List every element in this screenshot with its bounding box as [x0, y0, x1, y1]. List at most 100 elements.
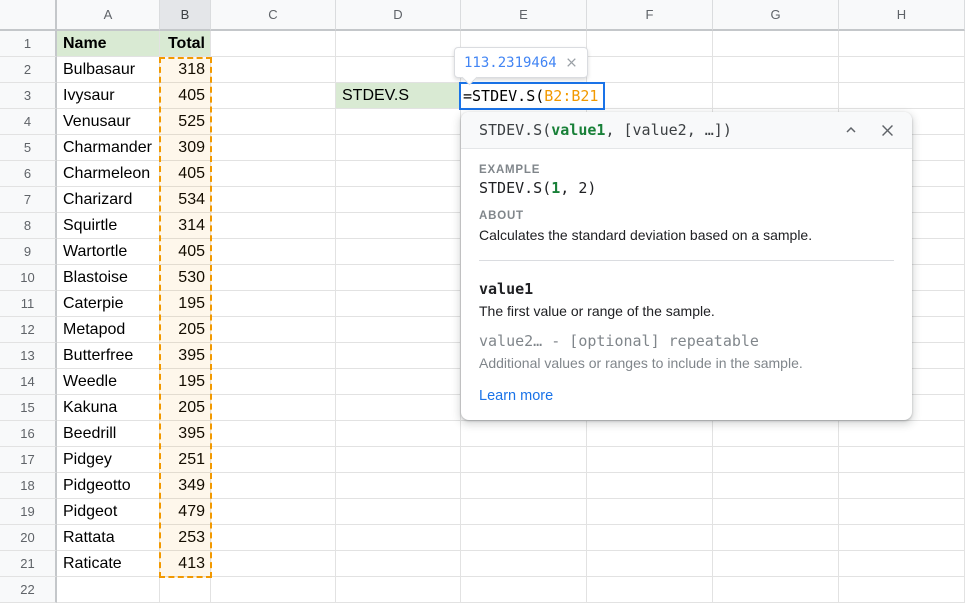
- row-header-15[interactable]: 15: [0, 395, 57, 421]
- cell-f1[interactable]: [587, 31, 713, 57]
- cell-g18[interactable]: [713, 473, 839, 499]
- cell-d12[interactable]: [336, 317, 461, 343]
- cell-d14[interactable]: [336, 369, 461, 395]
- cell-b10[interactable]: 530: [160, 265, 211, 291]
- cell-b2[interactable]: 318: [160, 57, 211, 83]
- cell-b9[interactable]: 405: [160, 239, 211, 265]
- cell-a20[interactable]: Rattata: [57, 525, 160, 551]
- cell-d21[interactable]: [336, 551, 461, 577]
- cell-h21[interactable]: [839, 551, 965, 577]
- cell-d11[interactable]: [336, 291, 461, 317]
- cell-h2[interactable]: [839, 57, 965, 83]
- select-all-corner[interactable]: [0, 0, 57, 31]
- row-header-8[interactable]: 8: [0, 213, 57, 239]
- cell-a14[interactable]: Weedle: [57, 369, 160, 395]
- cell-c5[interactable]: [211, 135, 336, 161]
- cell-d5[interactable]: [336, 135, 461, 161]
- cell-d4[interactable]: [336, 109, 461, 135]
- cell-a9[interactable]: Wartortle: [57, 239, 160, 265]
- cell-c7[interactable]: [211, 187, 336, 213]
- row-header-10[interactable]: 10: [0, 265, 57, 291]
- cell-d9[interactable]: [336, 239, 461, 265]
- cell-b17[interactable]: 251: [160, 447, 211, 473]
- cell-f19[interactable]: [587, 499, 713, 525]
- cell-c12[interactable]: [211, 317, 336, 343]
- cell-a19[interactable]: Pidgeot: [57, 499, 160, 525]
- cell-a10[interactable]: Blastoise: [57, 265, 160, 291]
- cell-c15[interactable]: [211, 395, 336, 421]
- row-header-1[interactable]: 1: [0, 31, 57, 57]
- cell-a4[interactable]: Venusaur: [57, 109, 160, 135]
- row-header-9[interactable]: 9: [0, 239, 57, 265]
- cell-e18[interactable]: [461, 473, 587, 499]
- cell-b19[interactable]: 479: [160, 499, 211, 525]
- close-icon[interactable]: [879, 122, 896, 139]
- cell-a2[interactable]: Bulbasaur: [57, 57, 160, 83]
- column-header-f[interactable]: F: [587, 0, 713, 31]
- cell-h3[interactable]: [839, 83, 965, 109]
- cell-g3[interactable]: [713, 83, 839, 109]
- cell-g19[interactable]: [713, 499, 839, 525]
- row-header-6[interactable]: 6: [0, 161, 57, 187]
- row-header-19[interactable]: 19: [0, 499, 57, 525]
- cell-h20[interactable]: [839, 525, 965, 551]
- cell-g2[interactable]: [713, 57, 839, 83]
- cell-c11[interactable]: [211, 291, 336, 317]
- cell-b6[interactable]: 405: [160, 161, 211, 187]
- preview-close-icon[interactable]: [565, 56, 578, 69]
- column-header-h[interactable]: H: [839, 0, 965, 31]
- row-header-7[interactable]: 7: [0, 187, 57, 213]
- cell-h18[interactable]: [839, 473, 965, 499]
- collapse-icon[interactable]: [843, 122, 859, 138]
- cell-c6[interactable]: [211, 161, 336, 187]
- cell-b21[interactable]: 413: [160, 551, 211, 577]
- row-header-18[interactable]: 18: [0, 473, 57, 499]
- cell-b14[interactable]: 195: [160, 369, 211, 395]
- row-header-13[interactable]: 13: [0, 343, 57, 369]
- cell-f21[interactable]: [587, 551, 713, 577]
- cell-a17[interactable]: Pidgey: [57, 447, 160, 473]
- cell-c10[interactable]: [211, 265, 336, 291]
- cell-d10[interactable]: [336, 265, 461, 291]
- cell-c13[interactable]: [211, 343, 336, 369]
- cell-d15[interactable]: [336, 395, 461, 421]
- cell-c2[interactable]: [211, 57, 336, 83]
- learn-more-link[interactable]: Learn more: [479, 388, 553, 404]
- cell-f18[interactable]: [587, 473, 713, 499]
- cell-c14[interactable]: [211, 369, 336, 395]
- row-header-12[interactable]: 12: [0, 317, 57, 343]
- cell-a3[interactable]: Ivysaur: [57, 83, 160, 109]
- cell-c4[interactable]: [211, 109, 336, 135]
- cell-b18[interactable]: 349: [160, 473, 211, 499]
- cell-a15[interactable]: Kakuna: [57, 395, 160, 421]
- column-header-g[interactable]: G: [713, 0, 839, 31]
- row-header-3[interactable]: 3: [0, 83, 57, 109]
- cell-f16[interactable]: [587, 421, 713, 447]
- cell-e21[interactable]: [461, 551, 587, 577]
- cell-a8[interactable]: Squirtle: [57, 213, 160, 239]
- cell-b3[interactable]: 405: [160, 83, 211, 109]
- cell-h16[interactable]: [839, 421, 965, 447]
- cell-a11[interactable]: Caterpie: [57, 291, 160, 317]
- row-header-5[interactable]: 5: [0, 135, 57, 161]
- cell-c1[interactable]: [211, 31, 336, 57]
- cell-e20[interactable]: [461, 525, 587, 551]
- cell-h19[interactable]: [839, 499, 965, 525]
- cell-c20[interactable]: [211, 525, 336, 551]
- row-header-2[interactable]: 2: [0, 57, 57, 83]
- cell-d18[interactable]: [336, 473, 461, 499]
- cell-b12[interactable]: 205: [160, 317, 211, 343]
- cell-g21[interactable]: [713, 551, 839, 577]
- column-header-a[interactable]: A: [57, 0, 160, 31]
- cell-d16[interactable]: [336, 421, 461, 447]
- cell-d3[interactable]: STDEV.S: [336, 83, 461, 109]
- cell-b7[interactable]: 534: [160, 187, 211, 213]
- cell-g1[interactable]: [713, 31, 839, 57]
- formula-editor[interactable]: =STDEV.S(B2:B21: [459, 82, 605, 110]
- column-header-e[interactable]: E: [461, 0, 587, 31]
- cell-e16[interactable]: [461, 421, 587, 447]
- row-header-22[interactable]: 22: [0, 577, 57, 603]
- cell-b15[interactable]: 205: [160, 395, 211, 421]
- cell-f3[interactable]: [587, 83, 713, 109]
- cell-d6[interactable]: [336, 161, 461, 187]
